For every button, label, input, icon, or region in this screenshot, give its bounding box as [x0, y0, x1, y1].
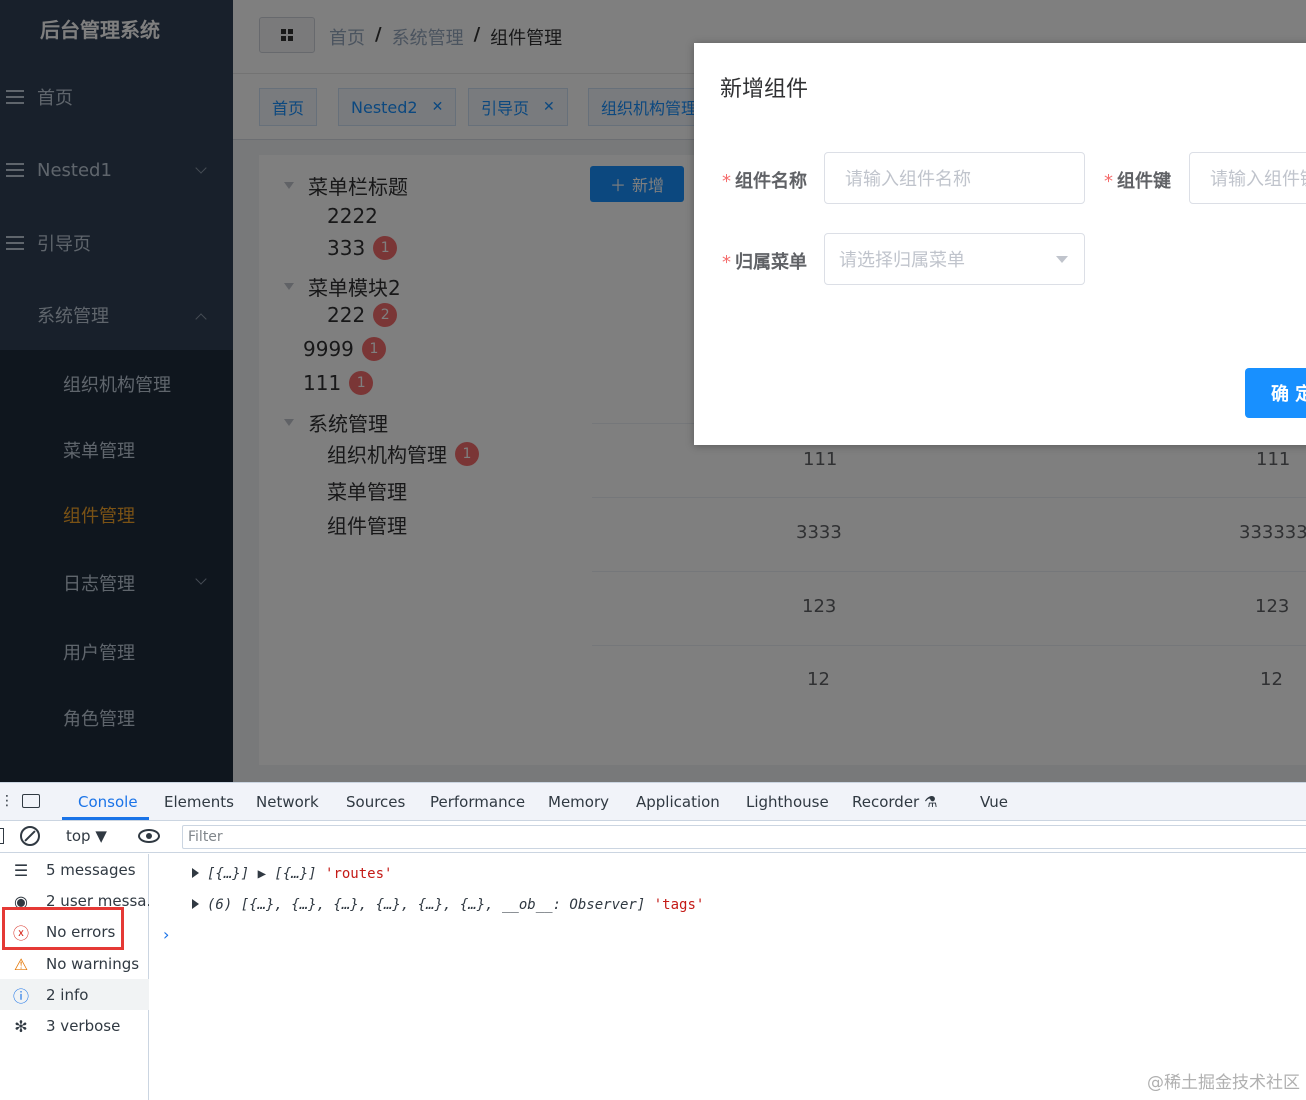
- clear-console-icon[interactable]: [20, 826, 40, 846]
- log-text: [{…}] ▶ [{…}]: [207, 866, 317, 882]
- sidebar-toggle-icon[interactable]: [0, 828, 4, 844]
- confirm-button[interactable]: 确 定: [1245, 368, 1306, 418]
- devtools-tabbar: ⋮ Console Elements Network Sources Perfo…: [0, 783, 1306, 821]
- tab-label: Recorder: [852, 793, 919, 811]
- info-icon: ⓘ: [10, 984, 32, 1006]
- tab-network[interactable]: Network: [256, 793, 319, 811]
- tab-vue[interactable]: Vue: [980, 793, 1008, 811]
- filter-placeholder: Filter: [188, 829, 223, 845]
- label-text: 组件名称: [735, 171, 807, 192]
- side-verbose[interactable]: ✻ 3 verbose: [0, 1010, 149, 1041]
- tab-sources[interactable]: Sources: [346, 793, 405, 811]
- dialog-title: 新增组件: [720, 71, 808, 103]
- active-tab-indicator: [62, 817, 149, 820]
- side-messages[interactable]: ☰ 5 messages: [0, 854, 149, 885]
- highlight-annotation: [2, 907, 124, 950]
- caret-down-icon: [1056, 256, 1068, 263]
- console-toolbar: top ▼ Filter: [0, 821, 1306, 853]
- tab-console[interactable]: Console: [78, 793, 138, 811]
- tab-recorder[interactable]: Recorder ⚗: [852, 793, 937, 811]
- log-text: (6) [{…}, {…}, {…}, {…}, {…}, {…}, __ob_…: [207, 897, 645, 913]
- kebab-icon[interactable]: ⋮: [0, 793, 14, 809]
- component-name-label: *组件名称: [722, 167, 807, 193]
- console-prompt[interactable]: ›: [163, 925, 169, 944]
- side-label: 2 info: [46, 986, 88, 1004]
- label-text: 归属菜单: [735, 252, 807, 273]
- log-string: 'tags': [654, 897, 705, 913]
- side-label: 3 verbose: [46, 1017, 120, 1035]
- side-info[interactable]: ⓘ 2 info: [0, 979, 149, 1010]
- tab-memory[interactable]: Memory: [548, 793, 609, 811]
- tab-application[interactable]: Application: [636, 793, 720, 811]
- expand-icon: [192, 868, 199, 878]
- warning-icon: ⚠: [10, 953, 32, 975]
- console-log-row[interactable]: (6) [{…}, {…}, {…}, {…}, {…}, {…}, __ob_…: [192, 897, 704, 913]
- watermark: @稀土掘金技术社区: [1147, 1068, 1300, 1093]
- menu-select[interactable]: 请选择归属菜单: [824, 233, 1085, 285]
- bug-icon: ✻: [10, 1015, 32, 1037]
- devtools-panel: ⋮ Console Elements Network Sources Perfo…: [0, 782, 1306, 1099]
- input-placeholder: 请输入组件键: [1210, 165, 1306, 191]
- label-text: 组件键: [1117, 171, 1171, 192]
- component-key-input[interactable]: 请输入组件键: [1189, 152, 1306, 204]
- tab-performance[interactable]: Performance: [430, 793, 525, 811]
- list-icon: ☰: [10, 859, 32, 881]
- eye-icon[interactable]: [138, 829, 160, 843]
- component-name-input[interactable]: 请输入组件名称: [824, 152, 1085, 204]
- console-log-row[interactable]: [{…}] ▶ [{…}] 'routes': [192, 866, 392, 882]
- tab-lighthouse[interactable]: Lighthouse: [746, 793, 829, 811]
- log-string: 'routes': [325, 866, 392, 882]
- filter-input[interactable]: Filter: [182, 825, 1306, 849]
- console-sidebar: ☰5 messages ◉2 user messa... ⓧNo errors …: [0, 854, 149, 1100]
- flask-icon: ⚗: [924, 793, 937, 811]
- caret-down-icon: ▼: [95, 827, 107, 845]
- add-component-dialog: 新增组件 *组件名称 请输入组件名称 *组件键 请输入组件键 *归属菜单 请选择…: [694, 43, 1306, 445]
- device-toggle-icon[interactable]: [22, 794, 40, 808]
- tab-elements[interactable]: Elements: [164, 793, 234, 811]
- menu-label: *归属菜单: [722, 248, 807, 274]
- side-label: No warnings: [46, 955, 139, 973]
- required-mark: *: [1104, 171, 1113, 192]
- side-warnings[interactable]: ⚠ No warnings: [0, 948, 149, 979]
- component-key-label: *组件键: [1104, 167, 1171, 193]
- side-label: 5 messages: [46, 861, 136, 879]
- select-placeholder: 请选择归属菜单: [839, 246, 965, 272]
- required-mark: *: [722, 171, 731, 192]
- app-window: 后台管理系统 首页 Nested1 引导页 系统管理 组织机构管理 菜单管理 组…: [0, 0, 1306, 782]
- expand-icon: [192, 899, 199, 909]
- required-mark: *: [722, 252, 731, 273]
- input-placeholder: 请输入组件名称: [845, 165, 971, 191]
- context-label: top: [66, 827, 91, 845]
- context-selector[interactable]: top ▼: [66, 827, 107, 845]
